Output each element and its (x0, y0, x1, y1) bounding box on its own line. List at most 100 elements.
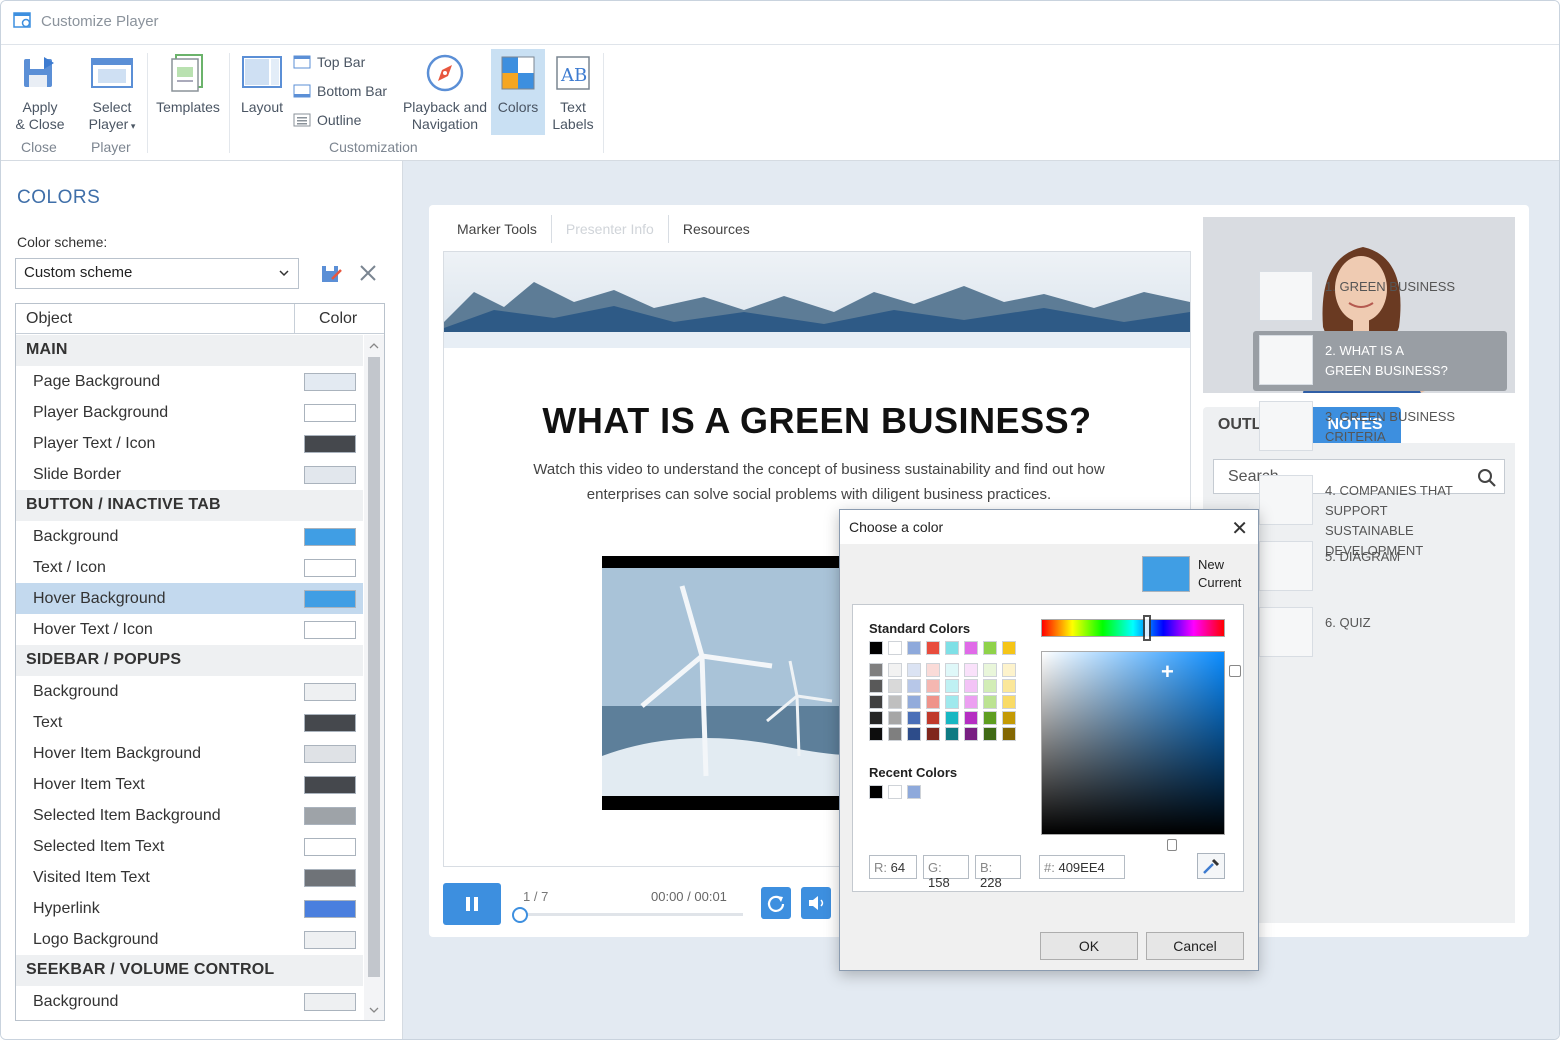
color-swatch[interactable] (945, 641, 959, 655)
table-row[interactable]: Background (16, 521, 363, 552)
table-row[interactable]: Player Background (16, 397, 363, 428)
color-swatch[interactable] (869, 711, 883, 725)
outline-item[interactable]: 4. COMPANIES THAT SUPPORT SUSTAINABLE DEV… (1253, 471, 1507, 558)
table-row[interactable]: Hover Item Text (16, 769, 363, 800)
color-swatch[interactable] (304, 404, 356, 422)
table-scrollbar[interactable] (364, 335, 384, 1020)
scroll-up-icon[interactable] (368, 341, 380, 351)
hex-field[interactable]: #: 409EE4 (1039, 855, 1125, 879)
table-row[interactable]: Background (16, 676, 363, 707)
seekbar[interactable] (519, 913, 743, 916)
color-swatch[interactable] (1002, 641, 1016, 655)
color-swatch[interactable] (964, 711, 978, 725)
scroll-down-icon[interactable] (368, 1005, 380, 1015)
color-swatch[interactable] (304, 466, 356, 484)
table-row[interactable]: Selected Item Text (16, 831, 363, 862)
color-swatch[interactable] (888, 679, 902, 693)
playback-navigation-button[interactable]: Playback and Navigation (399, 53, 491, 133)
outline-item[interactable]: 3. GREEN BUSINESS CRITERIA (1253, 397, 1507, 457)
outline-item[interactable]: 1. GREEN BUSINESS (1253, 267, 1507, 327)
color-swatch[interactable] (907, 679, 921, 693)
color-swatch[interactable] (888, 663, 902, 677)
table-row[interactable]: Visited Item Text (16, 862, 363, 893)
color-swatch[interactable] (888, 727, 902, 741)
color-swatch[interactable] (964, 663, 978, 677)
color-swatch[interactable] (304, 528, 356, 546)
table-row[interactable]: Logo Background (16, 924, 363, 955)
color-swatch[interactable] (304, 869, 356, 887)
tab-marker-tools[interactable]: Marker Tools (443, 215, 552, 243)
color-swatch[interactable] (304, 373, 356, 391)
color-swatch[interactable] (907, 727, 921, 741)
color-swatch[interactable] (1002, 711, 1016, 725)
eyedropper-button[interactable] (1197, 853, 1225, 879)
table-row[interactable]: Hover Text / Icon (16, 614, 363, 645)
color-swatch[interactable] (1002, 695, 1016, 709)
color-swatch[interactable] (304, 776, 356, 794)
color-swatch[interactable] (945, 727, 959, 741)
color-swatch[interactable] (945, 663, 959, 677)
saturation-handle[interactable] (1167, 839, 1177, 851)
tab-presenter-info[interactable]: Presenter Info (552, 215, 669, 243)
color-swatch[interactable] (304, 838, 356, 856)
delete-scheme-icon[interactable] (357, 262, 379, 284)
color-swatch[interactable] (1002, 663, 1016, 677)
blue-field[interactable]: B: 228 (975, 855, 1021, 890)
table-row[interactable]: Hover Item Background (16, 738, 363, 769)
green-field[interactable]: G: 158 (923, 855, 969, 890)
table-row[interactable]: Text (16, 707, 363, 738)
color-swatch[interactable] (964, 641, 978, 655)
column-header-color[interactable]: Color (294, 304, 384, 334)
table-row[interactable]: Player Text / Icon (16, 428, 363, 459)
volume-button[interactable] (801, 887, 831, 919)
color-swatch[interactable] (1002, 727, 1016, 741)
table-row[interactable]: Selected Item Background (16, 800, 363, 831)
saturation-brightness-field[interactable] (1041, 651, 1225, 835)
color-swatch[interactable] (869, 695, 883, 709)
color-swatch[interactable] (304, 745, 356, 763)
color-swatch[interactable] (869, 727, 883, 741)
colors-button[interactable]: Colors (491, 49, 545, 135)
color-swatch[interactable] (869, 663, 883, 677)
replay-button[interactable] (761, 887, 791, 919)
color-swatch[interactable] (907, 663, 921, 677)
save-scheme-icon[interactable] (319, 261, 343, 285)
table-row[interactable]: Hyperlink (16, 893, 363, 924)
layout-button[interactable]: Layout (235, 53, 289, 133)
color-swatch[interactable] (888, 695, 902, 709)
templates-button[interactable]: Templates (153, 53, 223, 133)
recent-color-swatch[interactable] (888, 785, 902, 799)
color-swatch[interactable] (945, 695, 959, 709)
brightness-handle[interactable] (1229, 665, 1241, 677)
outline-item[interactable]: 6. QUIZ (1253, 603, 1507, 663)
ok-button[interactable]: OK (1040, 932, 1138, 960)
color-swatch[interactable] (907, 695, 921, 709)
color-swatch[interactable] (926, 641, 940, 655)
seekbar-handle[interactable] (512, 907, 528, 923)
close-icon[interactable]: ✕ (1231, 516, 1248, 541)
text-labels-button[interactable]: AB Text Labels (547, 53, 599, 133)
color-swatch[interactable] (983, 695, 997, 709)
color-swatch[interactable] (304, 931, 356, 949)
red-field[interactable]: R: 64 (869, 855, 917, 879)
color-swatch[interactable] (964, 727, 978, 741)
column-header-object[interactable]: Object (26, 310, 72, 328)
color-swatch[interactable] (869, 679, 883, 693)
color-swatch[interactable] (304, 714, 356, 732)
color-swatch[interactable] (1002, 679, 1016, 693)
color-swatch[interactable] (983, 663, 997, 677)
wind-turbine-video[interactable] (602, 556, 862, 810)
cancel-button[interactable]: Cancel (1146, 932, 1244, 960)
color-swatch[interactable] (304, 900, 356, 918)
outline-item[interactable]: 5. DIAGRAM (1253, 537, 1507, 597)
color-swatch[interactable] (304, 683, 356, 701)
table-row[interactable]: Page Background (16, 366, 363, 397)
pause-button[interactable] (443, 883, 501, 925)
tab-resources[interactable]: Resources (669, 215, 764, 243)
color-swatch[interactable] (926, 695, 940, 709)
color-swatch[interactable] (964, 695, 978, 709)
color-swatch[interactable] (983, 711, 997, 725)
recent-color-swatch[interactable] (869, 785, 883, 799)
color-swatch[interactable] (926, 663, 940, 677)
color-scheme-select[interactable]: Custom scheme (15, 258, 299, 289)
